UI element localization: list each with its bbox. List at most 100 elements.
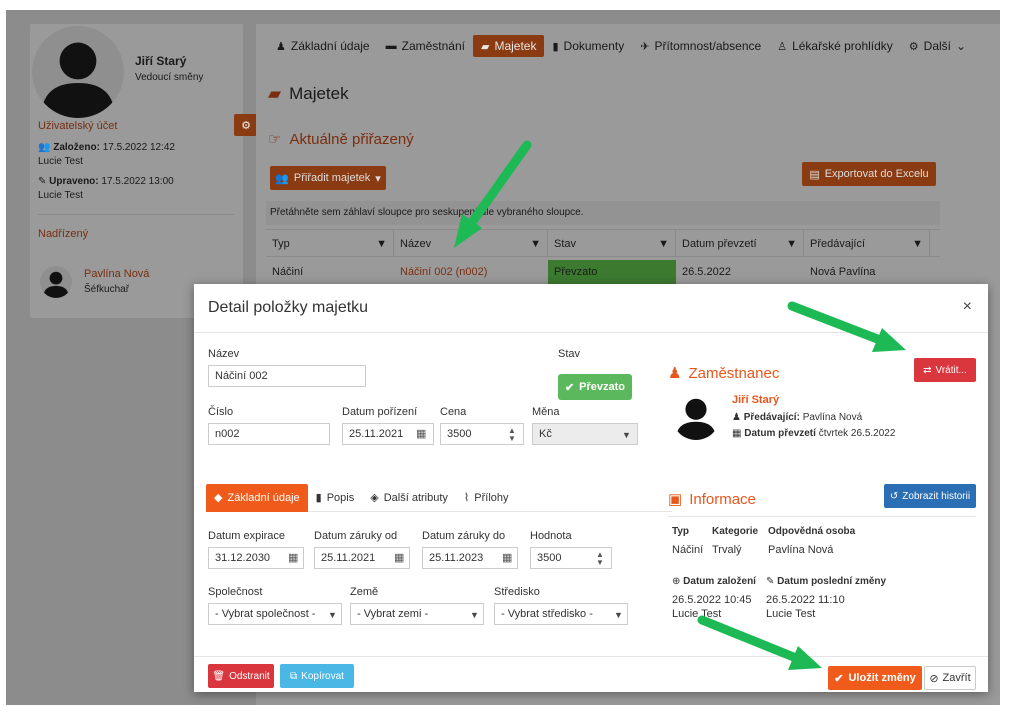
supervisor-name[interactable]: Pavlína Nová bbox=[84, 268, 149, 280]
tab-basic[interactable]: ♟ Základní údaje bbox=[268, 35, 378, 57]
calendar-icon[interactable]: ▦ bbox=[416, 427, 426, 440]
tab-property[interactable]: ▰ Majetek bbox=[472, 35, 545, 57]
tab-documents[interactable]: ▮ Dokumenty bbox=[544, 35, 632, 57]
divider bbox=[668, 516, 976, 517]
cell-date: 26.5.2022 bbox=[682, 266, 731, 278]
subtab-attachments[interactable]: ⌇ Přílohy bbox=[456, 484, 517, 512]
created-label: ⊕ Datum založení bbox=[672, 576, 756, 587]
calendar-icon[interactable]: ▦ bbox=[394, 551, 404, 564]
stepper-icon[interactable]: ▲ ▼ bbox=[508, 427, 516, 443]
filter-icon[interactable]: ▼ bbox=[530, 238, 541, 250]
gears-icon: ⚙ bbox=[241, 119, 251, 132]
info-type-label: Typ bbox=[672, 526, 690, 537]
filter-icon[interactable]: ▼ bbox=[912, 238, 923, 250]
price-label: Cena bbox=[440, 406, 467, 418]
country-select[interactable]: - Vybrat zemi - bbox=[350, 603, 484, 625]
name-input[interactable]: Náčiní 002 bbox=[208, 365, 366, 387]
expiry-label: Datum expirace bbox=[208, 530, 286, 542]
handover-line: ♟ Předávající: Pavlína Nová bbox=[732, 412, 863, 423]
group-drop-area[interactable]: Přetáhněte sem záhlaví sloupce pro sesku… bbox=[266, 201, 940, 225]
divider bbox=[194, 332, 988, 333]
caret-down-icon: ▼ bbox=[470, 610, 479, 620]
created-by: Lucie Test bbox=[38, 156, 83, 167]
close-button[interactable]: ⊘ Zavřít bbox=[924, 666, 976, 690]
assign-property-button[interactable]: 👥 Přiřadit majetek ▾ bbox=[270, 166, 386, 190]
pencil-icon: ✎ bbox=[766, 576, 775, 587]
tab-attendance[interactable]: ✈ Přítomnost/absence bbox=[632, 35, 769, 57]
show-history-button[interactable]: ↺ Zobrazit historii bbox=[884, 484, 976, 508]
column-header[interactable]: Předávající ▼ bbox=[804, 230, 930, 256]
subtab-description[interactable]: ▮ Popis bbox=[308, 484, 363, 512]
tab-employment[interactable]: ▬ Zaměstnání bbox=[378, 35, 473, 57]
section-title: ☞ Aktuálně přiřazený bbox=[268, 130, 414, 149]
paperclip-icon: ⌇ bbox=[463, 492, 470, 504]
company-label: Společnost bbox=[208, 586, 263, 598]
number-input[interactable]: n002 bbox=[208, 423, 330, 445]
caret-down-icon: ▼ bbox=[328, 610, 337, 620]
column-header[interactable]: Stav ▼ bbox=[548, 230, 676, 256]
caret-down-icon: ▾ bbox=[375, 172, 381, 185]
cell-name-link[interactable]: Náčiní 002 (n002) bbox=[394, 260, 548, 284]
subtab-attributes[interactable]: ◈ Další atributy bbox=[362, 484, 456, 512]
info-type-value: Náčiní bbox=[672, 544, 704, 556]
status-label: Stav bbox=[558, 348, 581, 360]
delete-button[interactable]: 🗑 Odstranit bbox=[208, 664, 274, 688]
grid-header: Typ ▼ Název ▼ Stav ▼ Datum převzetí ▼ Předáv… bbox=[266, 229, 940, 257]
employee-heading: ♟ Zaměstnanec bbox=[668, 364, 780, 383]
info-category-value: Trvalý bbox=[712, 544, 742, 556]
info-category-label: Kategorie bbox=[712, 526, 759, 537]
chevron-down-icon: ⌄ bbox=[956, 39, 967, 53]
ban-icon: ⊘ bbox=[929, 672, 939, 685]
settings-button[interactable]: ⚙ bbox=[234, 114, 258, 136]
column-header[interactable]: Datum převzetí ▼ bbox=[676, 230, 804, 256]
close-icon[interactable]: × bbox=[963, 298, 972, 316]
center-label: Středisko bbox=[494, 586, 540, 598]
table-row[interactable]: Náčiní Náčiní 002 (n002) Převzato 26.5.2… bbox=[266, 260, 940, 284]
user-icon: ♟ bbox=[276, 40, 286, 53]
cell-status: Převzato bbox=[548, 260, 676, 284]
subtab-basic[interactable]: ◆ Základní údaje bbox=[206, 483, 308, 512]
taken-line: ▦ Datum převzetí čtvrtek 26.5.2022 bbox=[732, 428, 896, 439]
user-icon: ♟ bbox=[668, 365, 682, 382]
column-header[interactable]: Název ▼ bbox=[394, 230, 548, 256]
calendar-icon[interactable]: ▦ bbox=[502, 551, 512, 564]
info-person-label: Odpovědná osoba bbox=[768, 526, 856, 537]
calendar-icon[interactable]: ▦ bbox=[288, 551, 298, 564]
filter-icon[interactable]: ▼ bbox=[786, 238, 797, 250]
updated-by: Lucie Test bbox=[38, 190, 83, 201]
center-select[interactable]: - Vybrat středisko - bbox=[494, 603, 628, 625]
calendar-icon: ▦ bbox=[732, 428, 742, 439]
filter-icon[interactable]: ▼ bbox=[658, 238, 669, 250]
copy-button[interactable]: ⧉ Kopírovat bbox=[280, 664, 354, 688]
supervisor-role: Šéfkuchař bbox=[84, 284, 130, 295]
save-button[interactable]: ✔ Uložit změny bbox=[828, 666, 922, 690]
purchase-date-label: Datum pořízení bbox=[342, 406, 418, 418]
caret-down-icon: ▼ bbox=[614, 610, 623, 620]
profile-card: Jiří Starý Vedoucí směny ⚙ Uživatelský ú… bbox=[30, 24, 258, 318]
tab-more[interactable]: ⚙ Další ⌄ bbox=[901, 35, 974, 57]
history-icon: ↺ bbox=[889, 490, 899, 502]
company-select[interactable]: - Vybrat společnost - bbox=[208, 603, 342, 625]
user-plus-icon: 👥 bbox=[38, 142, 51, 153]
tab-medical[interactable]: ♙ Lékařské prohlídky bbox=[769, 35, 901, 57]
changed-value: 26.5.2022 11:10 bbox=[766, 594, 845, 606]
screenshot-frame: Jiří Starý Vedoucí směny ⚙ Uživatelský ú… bbox=[6, 10, 1000, 705]
person-icon bbox=[43, 271, 69, 298]
stepper-icon[interactable]: ▲ ▼ bbox=[596, 551, 604, 567]
return-button[interactable]: ⇄ Vrátit... bbox=[914, 358, 976, 382]
employee-avatar bbox=[672, 392, 720, 440]
info-person-value: Pavlína Nová bbox=[768, 544, 834, 556]
column-header[interactable]: Typ ▼ bbox=[266, 230, 394, 256]
export-excel-button[interactable]: ▤ Exportovat do Excelu bbox=[802, 162, 936, 186]
page-title: ▰ Majetek bbox=[268, 84, 349, 103]
status-button[interactable]: ✔ Převzato bbox=[558, 374, 632, 400]
supervisor-avatar bbox=[40, 266, 72, 298]
check-icon: ✔ bbox=[834, 672, 844, 685]
pencil-icon: ✎ bbox=[38, 176, 47, 187]
cell-type: Náčiní bbox=[272, 266, 304, 278]
copy-icon: ⧉ bbox=[290, 670, 298, 682]
filter-icon[interactable]: ▼ bbox=[376, 238, 387, 250]
employee-name[interactable]: Jiří Starý bbox=[732, 394, 779, 406]
detail-subtabs: ◆ Základní údaje ▮ Popis ◈ Další atributy ⌇… bbox=[206, 483, 672, 512]
warranty-from-label: Datum záruky od bbox=[314, 530, 398, 542]
